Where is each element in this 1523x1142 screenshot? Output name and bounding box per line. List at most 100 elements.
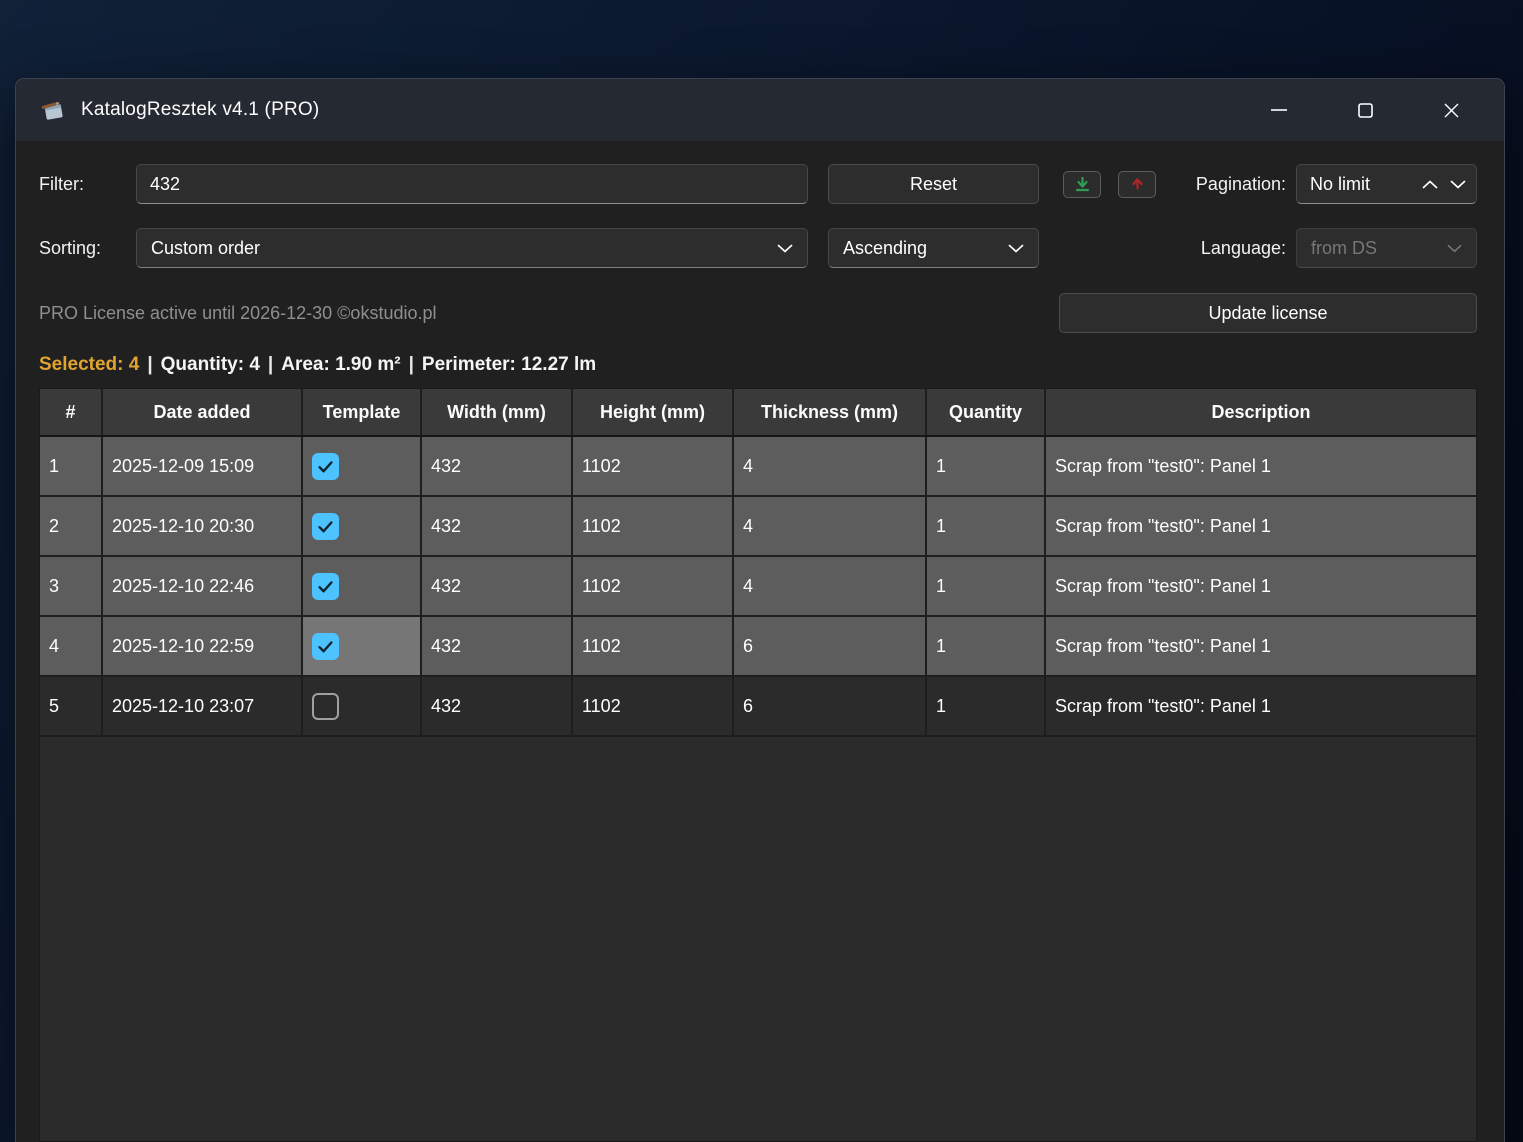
- cell-date[interactable]: 2025-12-10 20:30: [103, 497, 303, 555]
- chevron-down-icon: [777, 244, 793, 253]
- cell-description[interactable]: Scrap from "test0": Panel 1: [1046, 617, 1476, 675]
- pagination-label: Pagination:: [1196, 174, 1286, 195]
- cell-number[interactable]: 1: [40, 437, 103, 495]
- cell-thickness[interactable]: 6: [734, 617, 927, 675]
- close-button[interactable]: [1408, 79, 1494, 141]
- cell-height[interactable]: 1102: [573, 437, 734, 495]
- language-value: from DS: [1311, 238, 1377, 259]
- language-label: Language:: [1201, 238, 1286, 259]
- template-checkbox[interactable]: [312, 453, 339, 480]
- cell-template[interactable]: [303, 677, 422, 735]
- cell-thickness[interactable]: 6: [734, 677, 927, 735]
- header-date-added: Date added: [103, 389, 303, 435]
- cell-width[interactable]: 432: [422, 677, 573, 735]
- cell-quantity[interactable]: 1: [927, 677, 1046, 735]
- cell-template[interactable]: [303, 497, 422, 555]
- header-description: Description: [1046, 389, 1476, 435]
- header-number: #: [40, 389, 103, 435]
- selection-status-line: Selected: 4 | Quantity: 4 | Area: 1.90 m² | Pe…: [39, 354, 1477, 376]
- cell-number[interactable]: 2: [40, 497, 103, 555]
- license-status-text: PRO License active until 2026-12-30 ©oks…: [39, 303, 437, 324]
- cell-description[interactable]: Scrap from "test0": Panel 1: [1046, 497, 1476, 555]
- cell-number[interactable]: 4: [40, 617, 103, 675]
- minimize-button[interactable]: [1236, 79, 1322, 141]
- cell-date[interactable]: 2025-12-09 15:09: [103, 437, 303, 495]
- window-title: KatalogResztek v4.1 (PRO): [81, 99, 319, 121]
- sorting-label: Sorting:: [39, 238, 136, 259]
- cell-width[interactable]: 432: [422, 557, 573, 615]
- chevron-down-icon[interactable]: [1450, 180, 1466, 189]
- template-checkbox[interactable]: [312, 633, 339, 660]
- cell-height[interactable]: 1102: [573, 497, 734, 555]
- app-window: KatalogResztek v4.1 (PRO) Filter: Reset: [15, 78, 1505, 1142]
- sort-direction-value: Ascending: [843, 238, 927, 259]
- chevron-down-icon: [1447, 244, 1462, 253]
- header-height: Height (mm): [573, 389, 734, 435]
- table-row[interactable]: 5 2025-12-10 23:07 432 1102 6 1 Scrap fr…: [40, 677, 1476, 737]
- cell-template[interactable]: [303, 557, 422, 615]
- separator: |: [268, 354, 273, 375]
- template-checkbox[interactable]: [312, 573, 339, 600]
- header-width: Width (mm): [422, 389, 573, 435]
- table-row[interactable]: 4 2025-12-10 22:59 432 1102 6 1 Scrap fr…: [40, 617, 1476, 677]
- cell-width[interactable]: 432: [422, 437, 573, 495]
- table-row[interactable]: 2 2025-12-10 20:30 432 1102 4 1 Scrap fr…: [40, 497, 1476, 557]
- header-template: Template: [303, 389, 422, 435]
- pagination-spinner[interactable]: No limit: [1296, 164, 1477, 204]
- cell-quantity[interactable]: 1: [927, 437, 1046, 495]
- filter-label: Filter:: [39, 174, 136, 195]
- cell-date[interactable]: 2025-12-10 23:07: [103, 677, 303, 735]
- cell-template[interactable]: [303, 437, 422, 495]
- update-license-button[interactable]: Update license: [1059, 293, 1477, 333]
- maximize-button[interactable]: [1322, 79, 1408, 141]
- cell-number[interactable]: 5: [40, 677, 103, 735]
- cell-height[interactable]: 1102: [573, 557, 734, 615]
- import-button[interactable]: [1063, 171, 1101, 198]
- template-checkbox[interactable]: [312, 513, 339, 540]
- cell-width[interactable]: 432: [422, 497, 573, 555]
- quantity-total: Quantity: 4: [161, 354, 260, 375]
- import-arrow-icon: [1074, 176, 1091, 192]
- cell-description[interactable]: Scrap from "test0": Panel 1: [1046, 677, 1476, 735]
- sorting-dropdown[interactable]: Custom order: [136, 228, 808, 268]
- cell-height[interactable]: 1102: [573, 617, 734, 675]
- cell-description[interactable]: Scrap from "test0": Panel 1: [1046, 557, 1476, 615]
- title-bar: KatalogResztek v4.1 (PRO): [16, 79, 1504, 141]
- window-controls: [1236, 79, 1494, 141]
- separator: |: [147, 354, 152, 375]
- cell-thickness[interactable]: 4: [734, 557, 927, 615]
- cell-quantity[interactable]: 1: [927, 617, 1046, 675]
- table-header-row: # Date added Template Width (mm) Height …: [40, 389, 1476, 437]
- separator: |: [409, 354, 414, 375]
- cell-height[interactable]: 1102: [573, 677, 734, 735]
- language-dropdown[interactable]: from DS: [1296, 228, 1477, 268]
- cell-thickness[interactable]: 4: [734, 437, 927, 495]
- template-checkbox[interactable]: [312, 693, 339, 720]
- selected-count: Selected: 4: [39, 354, 139, 375]
- cell-date[interactable]: 2025-12-10 22:46: [103, 557, 303, 615]
- table-row[interactable]: 1 2025-12-09 15:09 432 1102 4 1 Scrap fr…: [40, 437, 1476, 497]
- cell-quantity[interactable]: 1: [927, 557, 1046, 615]
- header-quantity: Quantity: [927, 389, 1046, 435]
- chevron-up-icon[interactable]: [1422, 180, 1438, 189]
- area-total: Area: 1.90 m²: [281, 354, 400, 375]
- chevron-down-icon: [1008, 244, 1024, 253]
- scraps-table: # Date added Template Width (mm) Height …: [39, 388, 1477, 1142]
- perimeter-total: Perimeter: 12.27 lm: [422, 354, 596, 375]
- sort-direction-dropdown[interactable]: Ascending: [828, 228, 1039, 268]
- pagination-value: No limit: [1310, 174, 1370, 195]
- cell-description[interactable]: Scrap from "test0": Panel 1: [1046, 437, 1476, 495]
- header-thickness: Thickness (mm): [734, 389, 927, 435]
- cell-number[interactable]: 3: [40, 557, 103, 615]
- table-row[interactable]: 3 2025-12-10 22:46 432 1102 4 1 Scrap fr…: [40, 557, 1476, 617]
- cell-thickness[interactable]: 4: [734, 497, 927, 555]
- filter-input[interactable]: [136, 164, 808, 204]
- cell-template[interactable]: [303, 617, 422, 675]
- app-logo-icon: [40, 97, 66, 123]
- cell-quantity[interactable]: 1: [927, 497, 1046, 555]
- cell-date[interactable]: 2025-12-10 22:59: [103, 617, 303, 675]
- export-button[interactable]: [1118, 171, 1156, 198]
- reset-button[interactable]: Reset: [828, 164, 1039, 204]
- cell-width[interactable]: 432: [422, 617, 573, 675]
- sorting-value: Custom order: [151, 238, 260, 259]
